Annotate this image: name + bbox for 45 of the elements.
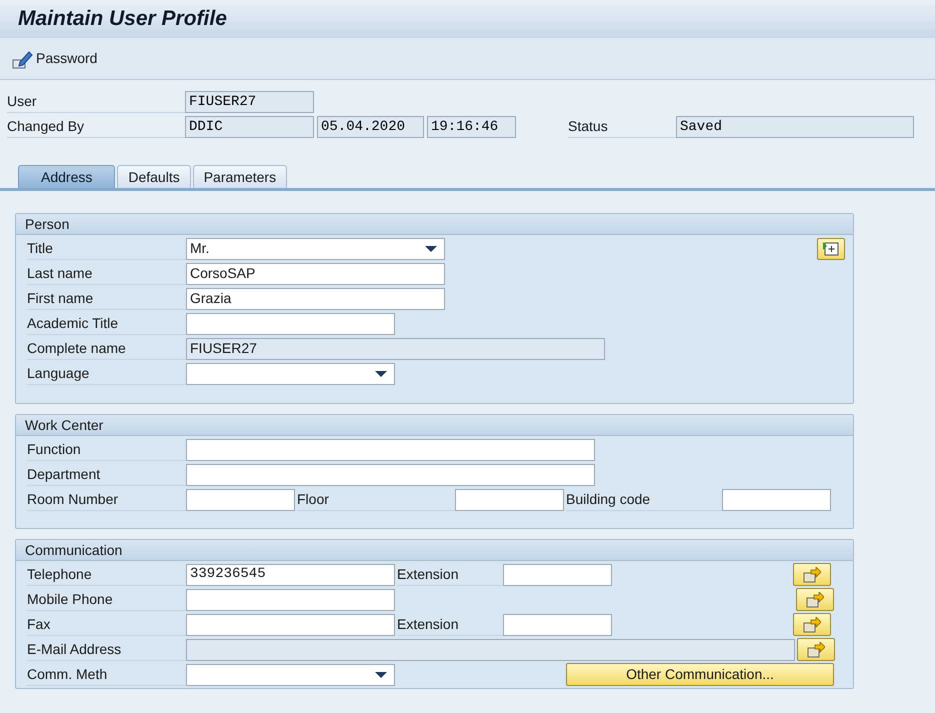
caret-icon	[425, 246, 437, 252]
caret-icon	[375, 370, 387, 376]
panel-header: Work Center	[16, 415, 853, 436]
readonly-field: Saved	[676, 116, 914, 138]
dropdown-field[interactable]	[186, 362, 395, 384]
input-field[interactable]	[186, 588, 395, 610]
password-button[interactable]: Password	[12, 48, 98, 69]
readonly-field: 19:16:46	[427, 116, 516, 138]
expand-button[interactable]	[817, 238, 845, 260]
readonly-field: DDIC	[185, 116, 314, 138]
input-field[interactable]	[186, 312, 395, 334]
more-button[interactable]	[793, 563, 831, 586]
input-field[interactable]	[186, 614, 395, 636]
input-field[interactable]: Grazia	[186, 288, 445, 310]
readonly-field: FIUSER27	[186, 338, 605, 360]
tab[interactable]: Address	[18, 165, 116, 188]
input-field[interactable]	[455, 488, 564, 510]
more-button[interactable]	[793, 613, 831, 636]
readonly-field: FIUSER27	[185, 90, 314, 112]
tab[interactable]: Defaults	[117, 165, 191, 188]
more-button[interactable]	[797, 638, 835, 661]
input-field[interactable]	[722, 488, 831, 510]
tab[interactable]: Parameters	[192, 165, 288, 188]
input-field[interactable]	[186, 464, 595, 486]
folder-arrow-icon	[803, 566, 821, 582]
input-field[interactable]	[503, 614, 612, 636]
input-field[interactable]: 339236545	[186, 564, 395, 586]
window-title: Maintain User Profile	[18, 6, 227, 32]
readonly-field: 05.04.2020	[317, 116, 424, 138]
dropdown-field[interactable]	[186, 664, 395, 686]
caret-icon	[375, 672, 387, 678]
other-communication-button[interactable]: Other Communication...	[566, 663, 834, 686]
folder-arrow-icon	[803, 616, 821, 632]
input-field[interactable]	[503, 564, 612, 586]
pencil-icon	[12, 48, 34, 68]
add-window-icon	[822, 240, 840, 256]
more-button[interactable]	[796, 588, 834, 611]
dropdown-field[interactable]: Mr.	[186, 238, 445, 260]
input-field[interactable]	[186, 438, 595, 460]
panel-header: Person	[16, 214, 853, 235]
folder-arrow-icon	[807, 642, 825, 658]
input-field[interactable]: CorsoSAP	[186, 262, 445, 284]
panel-header: Communication	[16, 540, 853, 561]
folder-arrow-icon	[806, 592, 824, 608]
input-field[interactable]	[186, 488, 295, 510]
